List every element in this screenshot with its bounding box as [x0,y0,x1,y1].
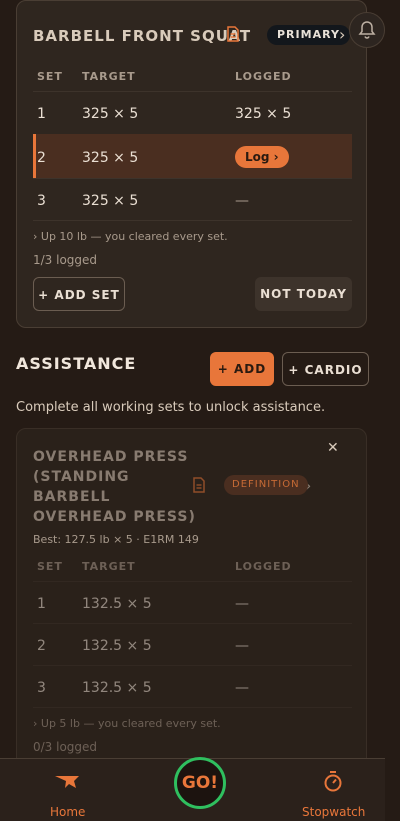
divider [33,707,352,708]
title-line: BARBELL [33,489,111,505]
add-assistance-button[interactable]: + ADD [210,352,274,386]
progression-hint: › Up 10 lb — you cleared every set. [33,230,228,243]
assistance-exercise-card: OVERHEAD PRESS (STANDING BARBELL OVERHEA… [16,428,367,768]
title-line: OVERHEAD PRESS [33,449,189,465]
tab-home[interactable]: Home [40,767,96,819]
set-target: 325 × 5 [82,106,139,122]
assistance-info: Complete all working sets to unlock assi… [16,400,326,415]
set-logged: — [235,680,249,696]
bell-icon [358,21,376,39]
home-icon [55,776,79,788]
not-today-button[interactable]: NOT TODAY [255,277,352,311]
add-set-button[interactable]: + ADD SET [33,277,125,311]
assistance-title: ASSISTANCE [16,354,137,373]
divider [33,581,352,582]
tab-home-label: Home [50,805,86,819]
set-target: 325 × 5 [82,193,139,209]
set-target: 132.5 × 5 [82,596,152,612]
set-target: 132.5 × 5 [82,638,152,654]
logged-count: 0/3 logged [33,740,98,754]
set-number: 3 [37,680,46,696]
set-number: 2 [37,638,46,654]
header-target: TARGET [82,70,136,83]
header-logged: LOGGED [235,70,292,83]
set-number: 1 [37,596,46,612]
divider [33,91,352,92]
primary-badge: PRIMARY [267,25,350,45]
notifications-button[interactable] [349,12,385,48]
set-logged[interactable]: 325 × 5 [235,106,291,122]
title-line: OVERHEAD PRESS) [33,509,196,525]
exercise-title: OVERHEAD PRESS (STANDING BARBELL OVERHEA… [33,447,196,527]
header-set: SET [37,70,63,83]
add-cardio-button[interactable]: + CARDIO [282,352,369,386]
document-icon[interactable] [225,26,241,42]
table-row-active[interactable] [33,134,352,178]
definition-badge: DEFINITION [224,475,308,495]
logged-count: 1/3 logged [33,253,98,267]
go-button[interactable]: GO! [174,757,226,809]
set-target: 132.5 × 5 [82,680,152,696]
set-number: 2 [37,150,46,166]
set-number: 1 [37,106,46,122]
tab-stopwatch[interactable]: Stopwatch [296,767,376,819]
primary-exercise-card: BARBELL FRONT SQUAT PRIMARY › SET TARGET… [16,0,367,328]
set-logged: — [235,638,249,654]
header-target: TARGET [82,560,136,573]
stopwatch-icon [324,771,342,792]
header-logged: LOGGED [235,560,292,573]
set-target: 325 × 5 [82,150,139,166]
best-record: Best: 127.5 lb × 5 · E1RM 149 [33,533,199,546]
log-set-button[interactable]: Log › [235,146,289,168]
chevron-right-icon[interactable]: › [339,25,345,44]
divider [33,665,352,666]
divider [33,178,352,179]
header-set: SET [37,560,63,573]
set-logged: — [235,596,249,612]
title-line: (STANDING [33,469,130,485]
tab-stopwatch-label: Stopwatch [302,805,366,819]
divider [33,623,352,624]
close-icon[interactable]: ✕ [327,440,339,456]
progression-hint: › Up 5 lb — you cleared every set. [33,717,221,730]
set-number: 3 [37,193,46,209]
divider [33,220,352,221]
exercise-title: BARBELL FRONT SQUAT [33,27,252,45]
set-logged[interactable]: — [235,193,249,209]
document-icon[interactable] [191,477,207,493]
